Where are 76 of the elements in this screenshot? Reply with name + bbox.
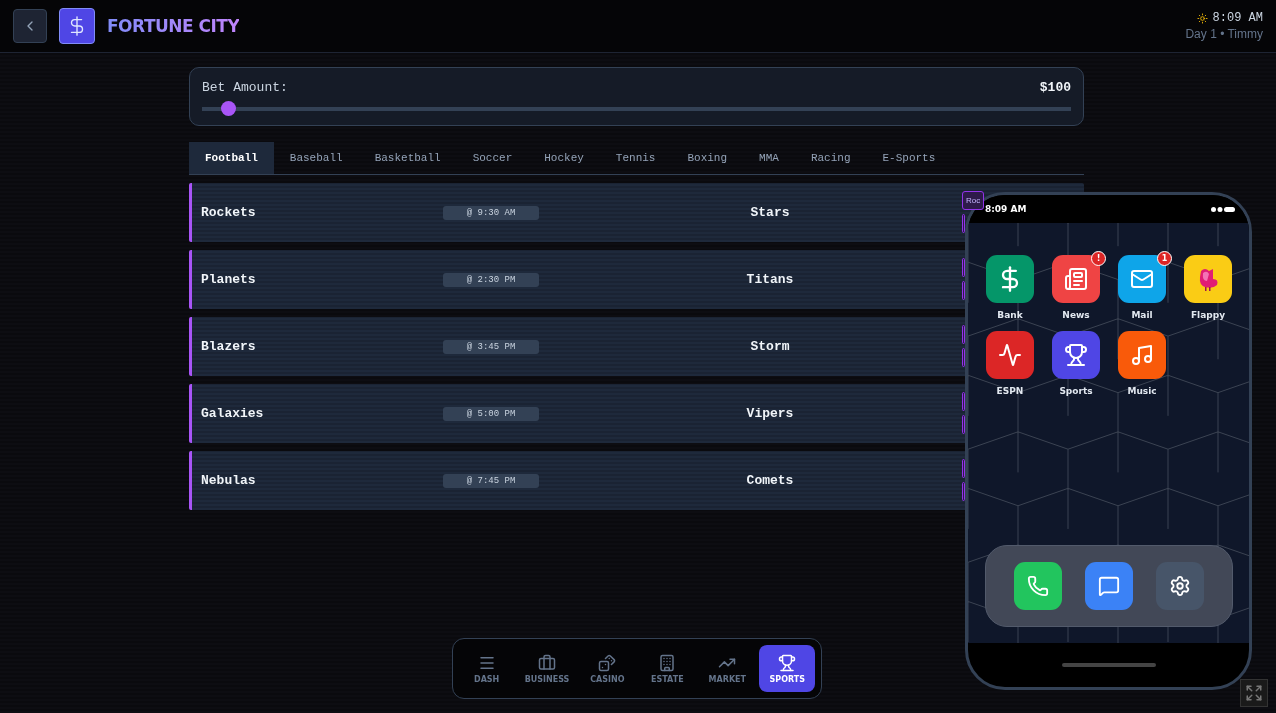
game-time-pill: @ 7:45 PM <box>443 473 539 488</box>
home-team: Rockets <box>201 205 257 220</box>
app-icon[interactable] <box>1118 255 1166 303</box>
bet-button[interactable]: Roc <box>962 191 984 210</box>
app-icon[interactable] <box>1184 255 1232 303</box>
sun-icon <box>1196 12 1208 24</box>
away-team: Stars <box>749 205 791 220</box>
home-team: Blazers <box>201 339 257 354</box>
dock-app-icon[interactable] <box>1014 562 1062 610</box>
expand-icon <box>1245 684 1263 702</box>
game-time: 8:09 AM <box>1212 11 1263 25</box>
nav-button[interactable]: MARKET <box>699 645 756 692</box>
app-name: Flappy <box>1190 310 1226 320</box>
trophy-icon <box>1064 343 1088 367</box>
fullscreen-button[interactable] <box>1240 679 1268 707</box>
phone-time: 8:09 AM <box>985 204 1027 214</box>
app-icon[interactable] <box>986 255 1034 303</box>
home-team: Planets <box>201 272 257 287</box>
nav-button[interactable]: BUSINESS <box>518 645 576 692</box>
phone-icon <box>1027 575 1049 597</box>
dice-icon <box>598 653 617 672</box>
sport-tab[interactable]: MMA <box>743 142 795 174</box>
app-icon[interactable] <box>1118 331 1166 379</box>
game-time-pill: @ 5:00 PM <box>443 406 539 421</box>
app-icon[interactable] <box>1052 331 1100 379</box>
app-name: ESPN <box>996 386 1024 396</box>
pulse-icon <box>998 343 1022 367</box>
home-team: Nebulas <box>201 473 257 488</box>
game-time-pill: @ 2:30 PM <box>443 272 539 287</box>
bet-label: Bet Amount: <box>202 80 288 95</box>
notification-badge: 1 <box>1157 251 1172 266</box>
sport-tab[interactable]: Soccer <box>456 142 529 174</box>
app-name: Sports <box>1059 386 1093 396</box>
away-team: Storm <box>749 339 791 354</box>
app-name: Mail <box>1131 310 1153 320</box>
bet-button[interactable] <box>962 214 965 233</box>
game-time-pill: @ 3:45 PM <box>443 339 539 354</box>
settings-icon <box>1169 575 1191 597</box>
game-time-pill: @ 9:30 AM <box>443 205 539 220</box>
day-player: Day 1 • Timmy <box>1185 27 1263 41</box>
chat-icon <box>1098 575 1120 597</box>
back-button[interactable] <box>13 9 47 43</box>
slider-thumb[interactable] <box>221 101 237 116</box>
building-icon <box>658 653 677 672</box>
away-team: Vipers <box>745 406 795 421</box>
nav-button[interactable]: SPORTS <box>759 645 816 692</box>
sport-tab[interactable]: Tennis <box>599 142 672 174</box>
sport-tab[interactable]: Hockey <box>528 142 600 174</box>
nav-button[interactable]: DASH <box>458 645 515 692</box>
nav-button[interactable]: ESTATE <box>639 645 696 692</box>
dock-app-icon[interactable] <box>1156 562 1204 610</box>
sport-tab[interactable]: Boxing <box>671 142 744 174</box>
mail-icon <box>1130 267 1154 291</box>
notification-badge: ! <box>1091 251 1106 266</box>
trophy-icon <box>778 653 797 672</box>
sport-tab[interactable]: Baseball <box>273 142 359 174</box>
away-team: Titans <box>745 272 795 287</box>
home-team: Galaxies <box>201 406 265 421</box>
logo-icon <box>59 8 95 44</box>
sport-tab[interactable]: Football <box>189 142 274 174</box>
away-team: Comets <box>745 473 795 488</box>
app-name: Bank <box>997 310 1023 320</box>
nav-button[interactable]: CASINO <box>579 645 636 692</box>
app-icon[interactable] <box>1052 255 1100 303</box>
status-icon <box>1211 206 1235 212</box>
dock-app-icon[interactable] <box>1085 562 1133 610</box>
music-note-icon <box>1130 343 1154 367</box>
app-name: Music <box>1127 386 1157 396</box>
bet-value: $100 <box>1039 80 1071 95</box>
app-name: News <box>1062 310 1090 320</box>
sport-tab[interactable]: E-Sports <box>866 142 952 174</box>
briefcase-icon <box>538 653 556 672</box>
sport-tab[interactable]: Racing <box>794 142 867 174</box>
sport-tab[interactable]: Basketball <box>358 142 457 174</box>
app-icon[interactable] <box>986 331 1034 379</box>
newspaper-icon <box>1064 267 1088 291</box>
